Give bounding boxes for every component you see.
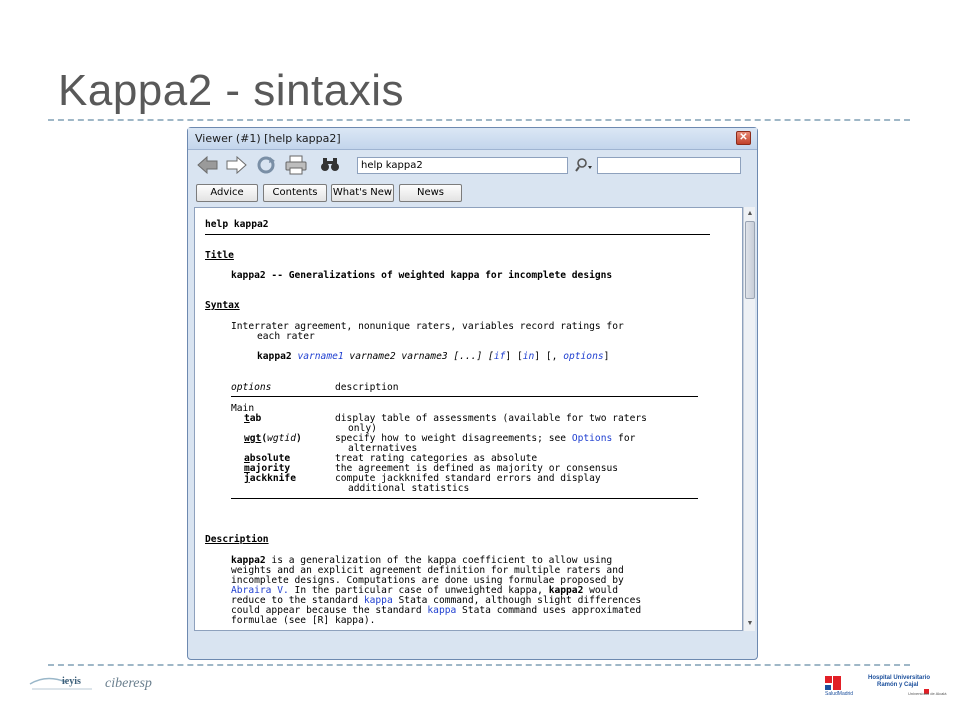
search-input[interactable] xyxy=(597,157,741,174)
toolbar: help kappa2 xyxy=(194,152,751,180)
hospital-title: Hospital Universitario xyxy=(868,675,931,681)
section-syntax-heading[interactable]: Syntax xyxy=(205,300,240,311)
back-arrow-icon[interactable] xyxy=(196,154,220,176)
syntax-line: kappa2 varname1 varname2 varname3 [...] … xyxy=(257,351,610,362)
syntax-mid: ] [ xyxy=(505,351,523,362)
news-button[interactable]: News xyxy=(399,184,462,202)
ciberesp-logo-text: ciberesp xyxy=(105,676,152,691)
top-divider xyxy=(48,119,910,121)
hospital-subtitle: Ramón y Cajal xyxy=(877,682,919,688)
options-bottom-rule xyxy=(231,498,698,499)
search-icon[interactable] xyxy=(573,154,597,176)
section-description-heading[interactable]: Description xyxy=(205,534,269,545)
command-input[interactable]: help kappa2 xyxy=(357,157,568,174)
close-icon[interactable]: ✕ xyxy=(736,131,751,145)
window-titlebar[interactable]: Viewer (#1) [help kappa2] ✕ xyxy=(188,128,757,150)
print-icon[interactable] xyxy=(284,154,308,176)
status-bar xyxy=(194,633,755,655)
advice-button[interactable]: Advice xyxy=(196,184,258,202)
slide-title: Kappa2 - sintaxis xyxy=(58,66,405,115)
forward-arrow-icon[interactable] xyxy=(224,154,248,176)
scroll-down-icon[interactable]: ▼ xyxy=(745,619,755,629)
option-tab: tab xyxy=(244,413,262,424)
window-title: Viewer (#1) [help kappa2] xyxy=(195,132,341,145)
binoculars-icon[interactable] xyxy=(318,154,342,176)
ieyis-logo-text: ieyis xyxy=(62,676,81,687)
ieyis-logo: ieyis xyxy=(26,672,96,694)
options-link[interactable]: Options xyxy=(572,433,612,444)
options-top-rule xyxy=(231,396,698,397)
help-content: help kappa2 Title kappa2 -- Generalizati… xyxy=(194,207,743,631)
header-rule xyxy=(205,234,710,235)
syntax-in-link[interactable]: in xyxy=(523,351,535,362)
hospital-logo: Hospital Universitario Ramón y Cajal Sal… xyxy=(823,673,947,699)
bottom-divider xyxy=(48,664,910,666)
syntax-varnames: varname2 varname3 [...] [ xyxy=(343,351,494,362)
help-header: help kappa2 xyxy=(205,219,269,230)
whats-new-button[interactable]: What's New xyxy=(331,184,394,202)
scroll-thumb[interactable] xyxy=(745,221,755,299)
syntax-end1: ] [, xyxy=(534,351,564,362)
vertical-scrollbar[interactable]: ▲ ▼ xyxy=(743,207,755,631)
syntax-options-link[interactable]: options xyxy=(563,351,603,362)
option-jackknife-desc2: additional statistics xyxy=(348,483,470,494)
scroll-up-icon[interactable]: ▲ xyxy=(745,209,755,219)
description-col-header: description xyxy=(335,382,399,393)
syntax-varname1-link[interactable]: varname1 xyxy=(297,351,343,362)
description-line7: formulae (see [R] kappa). xyxy=(231,615,376,626)
contents-button[interactable]: Contents xyxy=(263,184,327,202)
kappa-link-2[interactable]: kappa xyxy=(427,605,456,616)
description-l6b: Stata command uses approximated xyxy=(456,605,642,616)
ciberesp-logo: ciberesp xyxy=(105,674,165,696)
option-wgt-desc-end: for xyxy=(612,433,636,444)
option-jackknife: jackknife xyxy=(244,473,296,484)
saludmadrid-text: SaludMadrid xyxy=(825,691,854,697)
title-text: kappa2 -- Generalizations of weighted ka… xyxy=(231,270,613,281)
option-wgt: wgt(wgtid) xyxy=(244,433,302,444)
syntax-if-link[interactable]: if xyxy=(494,351,506,362)
university-text: Universidad de Alcalá xyxy=(908,691,947,696)
syntax-end2: ] xyxy=(603,351,610,362)
syntax-desc-line2: each rater xyxy=(257,331,315,342)
options-col-header: options xyxy=(231,382,272,393)
section-title-heading[interactable]: Title xyxy=(205,250,234,261)
viewer-window: Viewer (#1) [help kappa2] ✕ help kappa2 … xyxy=(187,127,758,660)
option-tab-desc: display table of assessments (available … xyxy=(335,413,647,424)
refresh-icon[interactable] xyxy=(254,154,278,176)
syntax-command: kappa2 xyxy=(257,351,292,362)
